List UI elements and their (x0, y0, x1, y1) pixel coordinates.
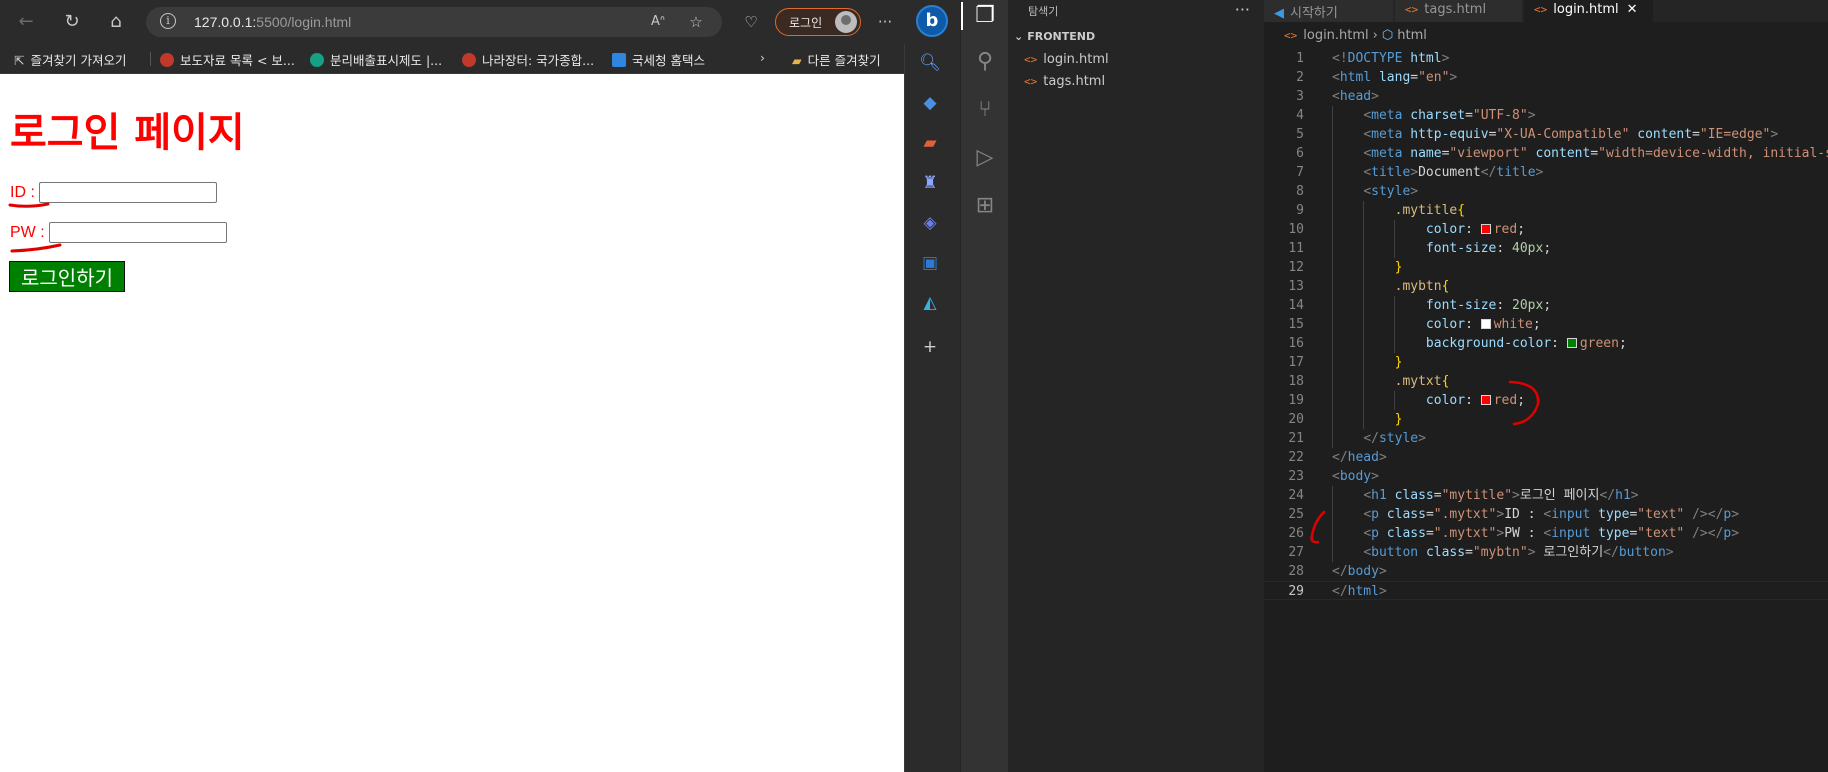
code-annotation-marks (1310, 380, 1540, 544)
avatar (835, 11, 857, 33)
url-host: 127.0.0.1: (194, 14, 257, 30)
drop-icon[interactable]: ◭ (917, 290, 943, 316)
import-icon: ⇱ (14, 53, 25, 68)
url-path: 5500/login.html (256, 14, 352, 30)
home-icon[interactable]: ⌂ (104, 10, 128, 34)
refresh-icon[interactable]: ↻ (60, 10, 84, 34)
activity-bar: ❐ ⚲ ⑂ ▷ ⊞ (960, 0, 1008, 772)
html-file-icon: <> (1024, 75, 1038, 88)
more-menu-icon[interactable]: ··· (874, 11, 896, 33)
mytxt-bracket-mark (1508, 380, 1540, 426)
pw-underline-mark (10, 243, 62, 253)
favorites-bar: ⇱ 즐겨찾기 가져오기 보도자료 목록 < 보... 분리배출표시제도 |... … (0, 44, 904, 74)
folder-icon: ▰ (792, 53, 802, 68)
search-icon[interactable]: 🔍︎ (917, 50, 943, 76)
profile-label: 로그인 (789, 16, 823, 30)
favorites-overflow-chevron-icon[interactable]: › (760, 50, 765, 68)
favorite-import[interactable]: ⇱ 즐겨찾기 가져오기 (14, 50, 126, 68)
back-arrow-icon[interactable]: ← (14, 10, 38, 34)
html-file-icon: <> (1024, 53, 1038, 66)
explorer-panel: 탐색기 ··· ⌄ FRONTEND <> login.html <> tags.ht… (1008, 0, 1264, 772)
chevron-down-icon: ⌄ (1014, 30, 1024, 43)
annotation-marks (8, 202, 62, 253)
file-login-html[interactable]: <> login.html (1024, 52, 1109, 67)
tools-icon[interactable]: ▰ (917, 130, 943, 156)
url-text[interactable]: 127.0.0.1:5500/login.html (194, 14, 351, 30)
site-info-icon[interactable]: i (160, 13, 176, 29)
games-icon[interactable]: ♜ (917, 170, 943, 196)
site-favicon-icon (462, 53, 476, 67)
favorite-item[interactable]: 보도자료 목록 < 보... (160, 50, 295, 68)
more-actions-icon[interactable]: ··· (1235, 0, 1250, 19)
id-underline-mark (8, 202, 50, 208)
other-favorites[interactable]: ▰ 다른 즐겨찾기 (792, 50, 881, 68)
favorite-item[interactable]: 분리배출표시제도 |... (310, 50, 442, 68)
address-bar[interactable]: i 127.0.0.1:5500/login.html Aᐢ ☆ (146, 7, 722, 37)
site-favicon-icon (310, 53, 324, 67)
browser-toolbar: ← ↻ ⌂ i 127.0.0.1:5500/login.html Aᐢ ☆ ♡… (0, 0, 960, 44)
p-class-bracket-mark (1310, 510, 1326, 544)
editor-area: ◀ 시작하기 <> tags.html <> login.html ✕ <> login.… (1264, 0, 1828, 772)
browser-window: ← ↻ ⌂ i 127.0.0.1:5500/login.html Aᐢ ☆ ♡… (0, 0, 960, 772)
active-indicator (961, 2, 963, 30)
folder-frontend[interactable]: ⌄ FRONTEND (1014, 30, 1095, 43)
favorite-star-icon[interactable]: ☆ (686, 12, 706, 32)
explorer-title: 탐색기 (1028, 5, 1059, 18)
search-icon[interactable]: ⚲ (973, 50, 997, 74)
bing-copilot-icon[interactable]: b (916, 5, 948, 37)
run-debug-icon[interactable]: ▷ (973, 146, 997, 170)
web-page: 로그인 페이지 ID : PW : 로그인하기 (0, 74, 904, 772)
copilot-icon[interactable]: ◈ (917, 210, 943, 236)
add-icon[interactable]: + (917, 334, 943, 360)
source-control-icon[interactable]: ⑂ (973, 98, 997, 122)
read-aloud-icon[interactable]: Aᐢ (648, 12, 668, 32)
file-tags-html[interactable]: <> tags.html (1024, 74, 1105, 89)
favorites-divider (150, 52, 151, 66)
shopping-tag-icon[interactable]: ◆ (917, 90, 943, 116)
browser-essentials-icon[interactable]: ♡ (740, 11, 762, 33)
site-favicon-icon (612, 53, 626, 67)
favorite-item[interactable]: 나라장터: 국가종합... (462, 50, 594, 68)
screen: ← ↻ ⌂ i 127.0.0.1:5500/login.html Aᐢ ☆ ♡… (0, 0, 1828, 772)
profile-button[interactable]: 로그인 (775, 8, 861, 36)
extensions-icon[interactable]: ⊞ (973, 194, 997, 218)
favorite-item[interactable]: 국세청 홈택스 (612, 50, 705, 68)
site-favicon-icon (160, 53, 174, 67)
outlook-icon[interactable]: ▣ (917, 250, 943, 276)
explorer-files-icon[interactable]: ❐ (973, 4, 997, 28)
